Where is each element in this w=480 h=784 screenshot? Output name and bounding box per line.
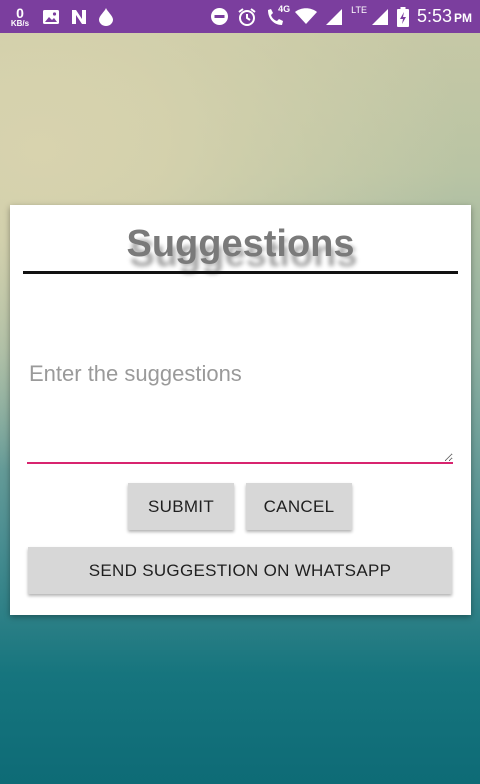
alarm-icon	[237, 7, 257, 27]
signal-icon-2	[371, 8, 389, 26]
status-bar: 0 KB/s 4G LTE 5:53 PM	[0, 0, 480, 33]
suggestions-dialog: Suggestions SUBMIT CANCEL SEND SUGGESTIO…	[10, 205, 471, 615]
cancel-button[interactable]: CANCEL	[246, 483, 352, 530]
battery-icon	[396, 6, 409, 27]
do-not-disturb-icon	[210, 7, 229, 26]
clock-ampm: PM	[454, 11, 472, 25]
lte-label: LTE	[351, 4, 367, 15]
wifi-call-icon: 4G	[265, 3, 291, 27]
net-speed-unit: KB/s	[10, 18, 30, 28]
net-speed-value: 0	[16, 4, 24, 21]
clock-time: 5:53	[416, 6, 452, 26]
status-bar-left: 0 KB/s	[8, 6, 114, 28]
title-divider	[23, 271, 458, 274]
suggestion-input[interactable]	[27, 345, 453, 462]
status-bar-right: 4G LTE 5:53 PM	[210, 3, 472, 27]
n-notification-icon	[70, 8, 88, 26]
network-type-label: 4G	[278, 3, 291, 14]
dialog-title: Suggestions	[126, 223, 355, 265]
net-speed: 0 KB/s	[8, 6, 32, 28]
drop-icon	[98, 7, 114, 26]
image-icon	[42, 9, 60, 25]
submit-button[interactable]: SUBMIT	[128, 483, 234, 530]
send-whatsapp-button[interactable]: SEND SUGGESTION ON WHATSAPP	[28, 547, 452, 594]
input-underline	[27, 462, 453, 464]
wifi-icon	[295, 8, 318, 25]
signal-icon	[325, 8, 343, 26]
suggestion-input-wrap	[27, 345, 453, 465]
clock: 5:53 PM	[417, 6, 472, 27]
